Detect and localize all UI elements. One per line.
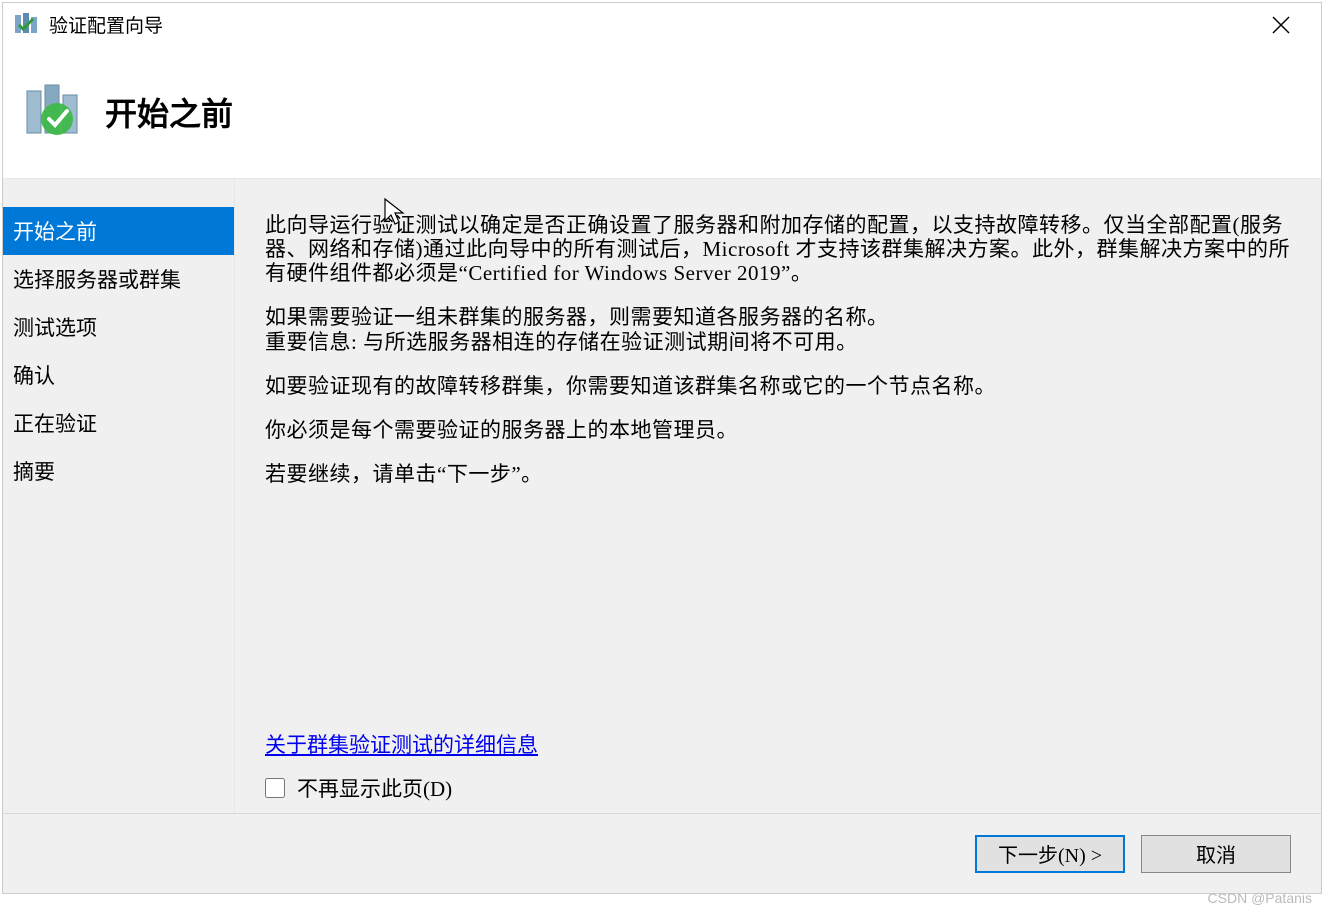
content-paragraph: 如果需要验证一组未群集的服务器，则需要知道各服务器的名称。 重要信息: 与所选服… [265,305,1291,353]
sidebar-item-label: 正在验证 [13,413,97,436]
sidebar-item-confirm[interactable]: 确认 [3,351,234,399]
sidebar-item-before-begin[interactable]: 开始之前 [3,207,234,255]
next-button[interactable]: 下一步(N) > [975,835,1125,873]
body-section: 开始之前 选择服务器或群集 测试选项 确认 正在验证 摘要 此向导运行验证测试以… [3,179,1321,813]
content-paragraph: 如要验证现有的故障转移群集，你需要知道该群集名称或它的一个节点名称。 [265,374,1291,398]
content-text: 此向导运行验证测试以确定是否正确设置了服务器和附加存储的配置，以支持故障转移。仅… [265,213,1291,506]
header-section: 开始之前 [3,45,1321,179]
sidebar-item-label: 测试选项 [13,317,97,340]
sidebar: 开始之前 选择服务器或群集 测试选项 确认 正在验证 摘要 [3,179,235,813]
dont-show-again-label: 不再显示此页(D) [297,773,452,803]
content-paragraph: 若要继续，请单击“下一步”。 [265,462,1291,486]
cancel-button[interactable]: 取消 [1141,835,1291,873]
more-info-link[interactable]: 关于群集验证测试的详细信息 [265,733,538,757]
content-paragraph: 此向导运行验证测试以确定是否正确设置了服务器和附加存储的配置，以支持故障转移。仅… [265,213,1291,285]
sidebar-item-label: 选择服务器或群集 [13,269,181,292]
close-icon [1271,15,1291,35]
wizard-header-icon [23,81,85,143]
wizard-app-icon [13,11,39,37]
content-pane: 此向导运行验证测试以确定是否正确设置了服务器和附加存储的配置，以支持故障转移。仅… [235,179,1321,813]
sidebar-item-select-servers[interactable]: 选择服务器或群集 [3,255,234,303]
title-bar: 验证配置向导 [3,3,1321,45]
dont-show-again-checkbox[interactable] [265,778,285,798]
content-paragraph: 你必须是每个需要验证的服务器上的本地管理员。 [265,418,1291,442]
sidebar-item-label: 开始之前 [13,221,97,244]
sidebar-item-test-options[interactable]: 测试选项 [3,303,234,351]
close-button[interactable] [1261,13,1301,39]
sidebar-item-summary[interactable]: 摘要 [3,447,234,495]
footer: 下一步(N) > 取消 [3,813,1321,893]
sidebar-item-label: 摘要 [13,461,55,484]
page-title: 开始之前 [105,89,233,135]
sidebar-item-validating[interactable]: 正在验证 [3,399,234,447]
wizard-window: 验证配置向导 开始之前 开始之前 选择服务器或群集 [2,2,1322,894]
window-title: 验证配置向导 [49,11,163,38]
sidebar-item-label: 确认 [13,365,55,388]
watermark: CSDN @Patanis [1208,890,1312,906]
